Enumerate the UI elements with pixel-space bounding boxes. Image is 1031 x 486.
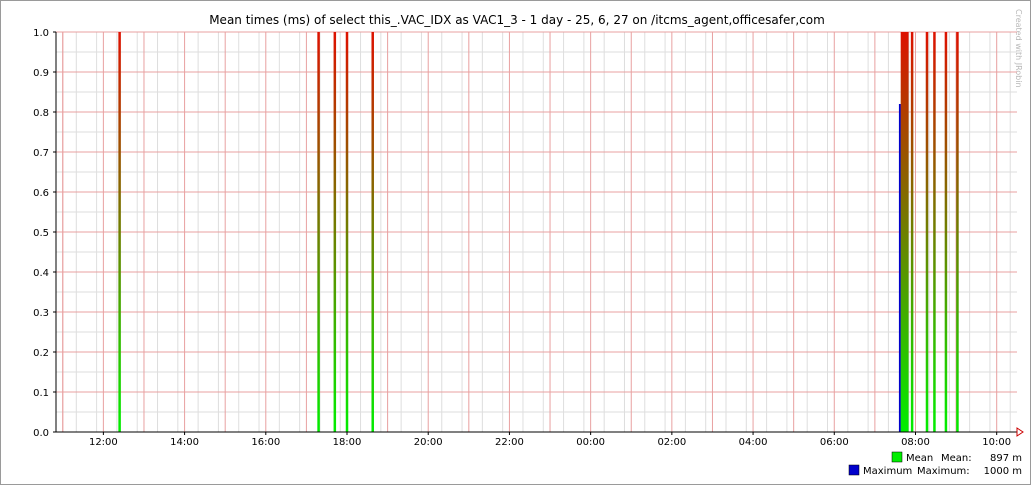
mean-bar — [333, 32, 337, 432]
mean-times-chart: Mean times (ms) of select this_.VAC_IDX … — [33, 9, 1024, 477]
x-tick-label: 14:00 — [170, 437, 199, 448]
x-tick-label: 16:00 — [251, 437, 280, 448]
x-tick-label: 18:00 — [333, 437, 362, 448]
mean-bar — [371, 32, 374, 432]
mean-bar — [317, 32, 320, 432]
x-tick-label: 00:00 — [576, 437, 605, 448]
mean-bar — [933, 32, 936, 432]
x-axis-arrow — [1016, 427, 1024, 437]
watermark-text: Created with JRobin — [1014, 9, 1023, 88]
mean-bar — [906, 32, 909, 432]
x-tick-label: 12:00 — [89, 437, 118, 448]
chart-frame: Mean times (ms) of select this_.VAC_IDX … — [0, 0, 1031, 485]
legend: Mean Mean: 897 m Maximum Maximum: 1000 m — [848, 451, 1022, 477]
y-tick-label: 0.3 — [33, 308, 49, 319]
mean-bar — [925, 32, 929, 432]
x-tick-label: 06:00 — [820, 437, 849, 448]
x-axis-ticks: 12:00 14:00 16:00 18:00 20:00 22:00 00:00 02:00… — [89, 432, 1011, 448]
legend-swatch-mean — [891, 451, 903, 463]
legend-label-maximum: Maximum — [863, 466, 912, 477]
grid — [55, 31, 1017, 433]
x-tick-label: 02:00 — [657, 437, 686, 448]
y-tick-label: 1.0 — [33, 28, 49, 39]
x-tick-label: 20:00 — [414, 437, 443, 448]
x-tick-label: 22:00 — [495, 437, 524, 448]
x-tick-label: 04:00 — [739, 437, 768, 448]
legend-stat-value-mean: 897 m — [990, 453, 1022, 464]
y-tick-label: 0.1 — [33, 388, 49, 399]
y-tick-label: 0.2 — [33, 348, 49, 359]
legend-swatch-maximum — [848, 464, 860, 476]
mean-bar — [956, 32, 959, 432]
mean-bar — [118, 32, 121, 432]
mean-bar — [944, 32, 948, 432]
y-tick-label: 0.5 — [33, 228, 49, 239]
y-tick-label: 0.4 — [33, 268, 49, 279]
y-axis-ticks: 0.0 0.1 0.2 0.3 0.4 0.5 0.6 0.7 0.8 0.9 1.0 — [33, 28, 56, 439]
legend-label-mean: Mean — [906, 453, 933, 464]
y-tick-label: 0.6 — [33, 188, 49, 199]
chart-title: Mean times (ms) of select this_.VAC_IDX … — [209, 13, 825, 27]
maximum-bar — [898, 104, 901, 432]
y-tick-label: 0.7 — [33, 148, 49, 159]
x-tick-label: 08:00 — [901, 437, 930, 448]
legend-stat-label-mean: Mean: — [941, 453, 972, 464]
y-tick-label: 0.9 — [33, 68, 49, 79]
y-tick-label: 0.8 — [33, 108, 49, 119]
x-tick-label: 10:00 — [982, 437, 1011, 448]
y-tick-label: 0.0 — [33, 428, 49, 439]
legend-stat-label-maximum: Maximum: — [917, 466, 970, 477]
mean-bar — [345, 32, 349, 432]
mean-bar — [910, 32, 914, 432]
legend-stat-value-maximum: 1000 m — [984, 466, 1022, 477]
